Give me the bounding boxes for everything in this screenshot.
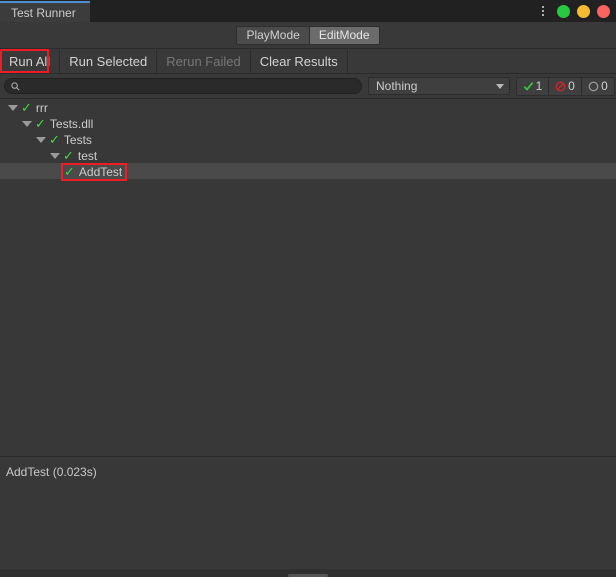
editmode-button[interactable]: EditMode: [309, 25, 380, 45]
check-icon: ✓: [63, 148, 74, 163]
close-button[interactable]: [597, 4, 610, 18]
minimize-button[interactable]: [557, 4, 570, 18]
check-icon: [523, 81, 533, 91]
search-icon: [11, 81, 20, 90]
mode-toggle-group: PlayMode EditMode: [236, 25, 380, 45]
check-icon: ✓: [21, 100, 32, 115]
window-controls: [536, 0, 610, 22]
expand-toggle-icon[interactable]: [50, 152, 60, 159]
tree-item-label: Tests.dll: [49, 116, 94, 131]
tree-item-label: test: [77, 148, 98, 163]
chevron-down-icon: [496, 83, 504, 89]
failed-count: 0: [568, 79, 575, 93]
search-filter-row: Nothing 1 0 0: [0, 74, 616, 99]
tree-item-label: AddTest: [78, 164, 123, 179]
circle-slash-icon: [555, 81, 566, 91]
clear-results-button[interactable]: Clear Results: [250, 49, 348, 73]
tree-item-tests-dll[interactable]: ✓ Tests.dll: [0, 115, 616, 131]
search-input[interactable]: [24, 80, 355, 92]
tree-item-content: ✓ rrr: [8, 101, 48, 115]
check-icon: ✓: [49, 132, 60, 147]
tree-item-label: rrr: [35, 100, 48, 115]
kebab-menu-icon[interactable]: [536, 3, 550, 19]
filter-dropdown[interactable]: Nothing: [368, 77, 510, 95]
result-detail-text: AddTest (0.023s): [6, 465, 97, 479]
tree-item-content: ✓ Tests.dll: [22, 117, 93, 131]
tree-item-content: ✓ Tests: [36, 133, 92, 147]
check-icon: ✓: [64, 164, 75, 179]
test-toolbar: Run All Run Selected Rerun Failed Clear …: [0, 49, 616, 74]
tree-item-tests[interactable]: ✓ Tests: [0, 131, 616, 147]
search-input-wrapper[interactable]: [4, 78, 362, 94]
tab-test-runner[interactable]: Test Runner: [0, 1, 90, 22]
tree-item-addtest[interactable]: ✓ AddTest: [0, 162, 616, 181]
expand-toggle-icon[interactable]: [22, 120, 32, 127]
status-bar: [0, 569, 616, 577]
mode-selector-row: PlayMode EditMode: [0, 22, 616, 49]
passed-counter[interactable]: 1: [516, 76, 549, 96]
not-run-count: 0: [601, 79, 608, 93]
circle-outline-icon: [588, 81, 599, 91]
tree-item-content: ✓ test: [50, 149, 97, 163]
tree-item-content: ✓ AddTest: [61, 162, 128, 181]
test-tree[interactable]: ✓ rrr ✓ Tests.dll ✓ Tests ✓ test ✓ AddTest: [0, 99, 616, 456]
rerun-failed-button: Rerun Failed: [157, 49, 251, 73]
playmode-button[interactable]: PlayMode: [236, 25, 310, 45]
test-runner-window: Test Runner PlayMode EditMode Run All Ru…: [0, 0, 616, 577]
expand-toggle-icon[interactable]: [8, 104, 18, 111]
failed-counter[interactable]: 0: [549, 76, 582, 96]
results-detail-pane: AddTest (0.023s): [0, 457, 616, 569]
tab-label: Test Runner: [11, 5, 76, 20]
run-all-button[interactable]: Run All: [0, 49, 61, 73]
tree-item-rrr[interactable]: ✓ rrr: [0, 99, 616, 115]
tree-item-test[interactable]: ✓ test: [0, 147, 616, 163]
not-run-counter[interactable]: 0: [582, 76, 615, 96]
expand-toggle-icon[interactable]: [36, 136, 46, 143]
result-counters: 1 0 0: [516, 76, 615, 96]
run-selected-button[interactable]: Run Selected: [60, 49, 158, 73]
filter-dropdown-value: Nothing: [376, 79, 418, 93]
passed-count: 1: [535, 79, 543, 93]
tree-item-label: Tests: [63, 132, 92, 147]
maximize-button[interactable]: [577, 4, 590, 18]
title-bar: Test Runner: [0, 0, 616, 22]
check-icon: ✓: [35, 116, 46, 131]
